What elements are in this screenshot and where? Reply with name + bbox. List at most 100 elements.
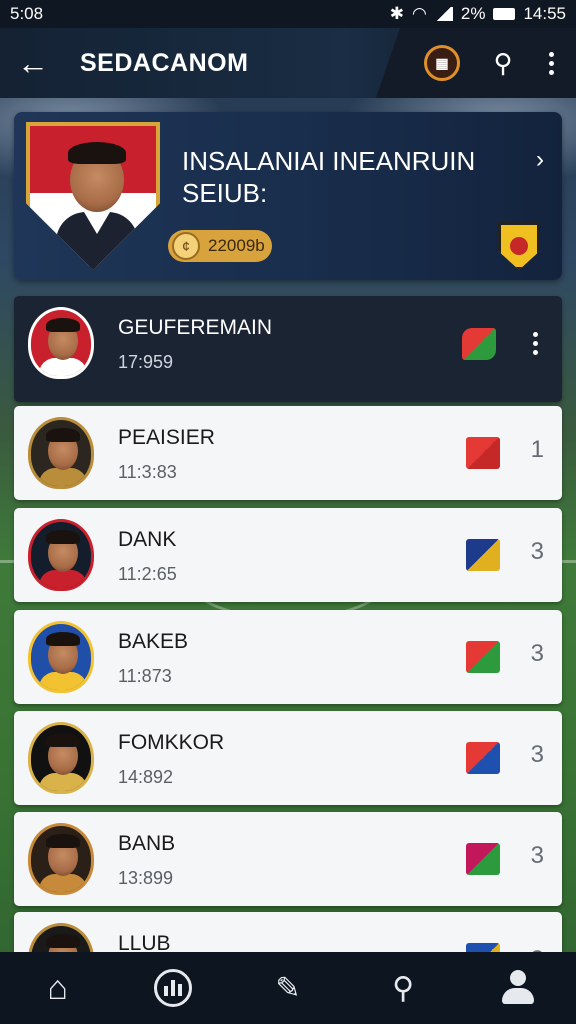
search-icon: ⚲: [392, 971, 415, 1005]
player-name: PEAISIER: [118, 426, 215, 449]
player-time: 11:2:65: [118, 564, 177, 584]
player-shirt: [39, 773, 87, 791]
flag-icon: [462, 328, 496, 360]
list-item[interactable]: GEUFEREMAIN 17:959: [14, 296, 562, 402]
bluetooth-icon: ✱: [389, 4, 405, 23]
bar: [177, 984, 182, 996]
signal-icon: [434, 7, 453, 21]
search-icon: ⚲: [493, 47, 513, 78]
row-count: 3: [530, 741, 544, 768]
team-crest: [28, 417, 94, 489]
dot: [532, 332, 538, 337]
featured-subtitle: SEIUB:: [182, 178, 268, 208]
player-name: BANB: [118, 832, 176, 855]
flag-icon: [466, 742, 500, 774]
status-bar: 5:08 ✱ ◠ 2% 14:55: [0, 0, 576, 28]
player-time: 11:3:83: [118, 462, 177, 482]
list-item[interactable]: BAKEB 11:873 3: [14, 610, 562, 704]
player-shirt: [39, 874, 87, 892]
player-hair: [46, 318, 80, 332]
coin-icon: ▦: [435, 54, 449, 71]
search-button[interactable]: ⚲: [488, 48, 518, 79]
flag-icon: [466, 641, 500, 673]
dot: [532, 350, 538, 355]
dot: [548, 60, 554, 66]
flag-icon: [466, 539, 500, 571]
dot: [548, 51, 554, 57]
flag-icon: [466, 843, 500, 875]
player-hair: [46, 428, 80, 442]
team-crest: [28, 307, 94, 379]
player-shirt: [39, 570, 87, 588]
row-count: 3: [530, 538, 544, 565]
player-shirt: [39, 358, 87, 376]
app-header: ← SEDACANOM ▦ ⚲: [0, 28, 576, 98]
list-item[interactable]: PEAISIER 11:3:83 1: [14, 406, 562, 500]
team-crest: [28, 722, 94, 794]
featured-title: INSALANIAI INEANRUIN: [182, 146, 476, 176]
profile-icon: [500, 970, 536, 1006]
player-hair: [46, 934, 80, 948]
player-time: 17:959: [118, 352, 174, 372]
featured-pill: ¢ 22009b: [168, 230, 272, 262]
stats-icon: [153, 969, 192, 1007]
coin-icon: ¢: [172, 232, 200, 260]
teams-icon: ✎: [275, 971, 301, 1005]
wifi-icon: ◠: [412, 4, 427, 23]
player-name: BAKEB: [118, 630, 189, 653]
player-hair: [46, 733, 80, 747]
profile-head: [510, 970, 527, 986]
badge-center: [510, 237, 528, 255]
player-shirt: [39, 672, 87, 690]
back-button[interactable]: ←: [0, 28, 66, 98]
nav-home[interactable]: ⌂: [28, 958, 88, 1018]
status-right: ✱ ◠ 2% 14:55: [390, 4, 566, 24]
bar: [170, 980, 175, 996]
profile-body: [502, 988, 535, 1004]
nav-profile[interactable]: [488, 958, 548, 1018]
row-count: 3: [530, 842, 544, 869]
list-item[interactable]: BANB 13:899 3: [14, 812, 562, 906]
status-time-right: 14:55: [523, 4, 566, 23]
bottom-nav: ⌂ ✎ ⚲: [0, 952, 576, 1024]
player-name: FOMKKOR: [118, 731, 225, 754]
nav-teams[interactable]: ✎: [258, 958, 318, 1018]
pill-value: 22009b: [208, 236, 265, 255]
dot: [548, 69, 554, 75]
dot: [532, 341, 538, 346]
battery-percent: 2%: [460, 4, 486, 23]
team-crest: [28, 519, 94, 591]
home-icon: ⌂: [47, 968, 68, 1007]
nav-stats[interactable]: [143, 958, 203, 1018]
player-time: 14:892: [118, 767, 174, 787]
battery-icon: [493, 8, 516, 20]
player-name: GEUFEREMAIN: [118, 316, 273, 339]
club-badge-icon: [498, 222, 540, 270]
header-actions: ▦ ⚲: [376, 28, 576, 98]
bar: [163, 986, 168, 996]
player-time: 13:899: [118, 868, 174, 888]
more-options-button[interactable]: [546, 51, 556, 75]
player-hair: [46, 632, 80, 646]
arrow-left-icon: ←: [17, 44, 49, 81]
player-name: DANK: [118, 528, 177, 551]
nav-search[interactable]: ⚲: [373, 958, 433, 1018]
row-count: 3: [530, 640, 544, 667]
more-options-button[interactable]: [530, 332, 540, 355]
chevron-right-icon[interactable]: ›: [536, 146, 544, 174]
row-count: 1: [530, 436, 544, 463]
featured-crest: [26, 122, 160, 270]
featured-card[interactable]: INSALANIAI INEANRUIN SEIUB: › ¢ 22009b: [14, 112, 562, 280]
coin-button[interactable]: ▦: [424, 45, 460, 81]
list-item[interactable]: DANK 11:2:65 3: [14, 508, 562, 602]
status-time-left: 5:08: [10, 4, 44, 23]
player-hair: [68, 142, 126, 164]
player-hair: [46, 530, 80, 544]
list-item[interactable]: FOMKKOR 14:892 3: [14, 711, 562, 805]
player-time: 11:873: [118, 666, 172, 686]
player-shirt: [39, 468, 87, 486]
team-crest: [28, 621, 94, 693]
flag-icon: [466, 437, 500, 469]
team-crest: [28, 823, 94, 895]
player-hair: [46, 834, 80, 848]
